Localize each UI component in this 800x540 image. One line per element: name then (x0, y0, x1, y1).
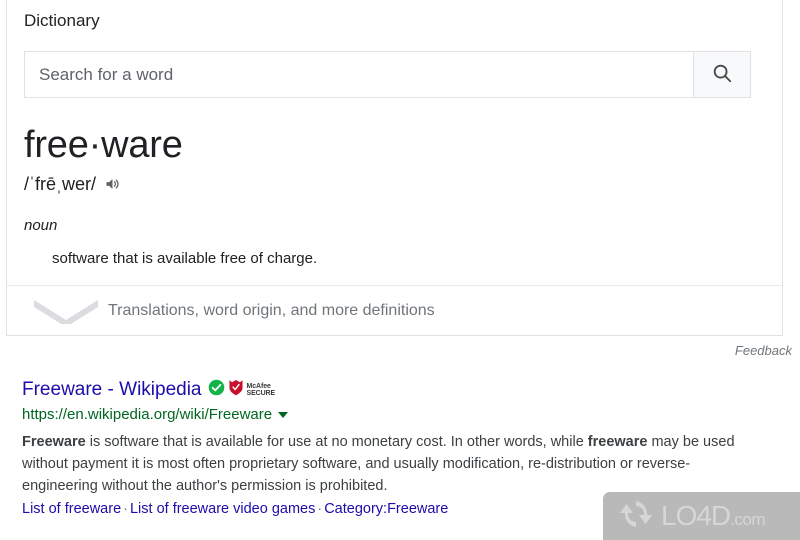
mcafee-brand: McAfee (246, 383, 271, 390)
result-title-link[interactable]: Freeware - Wikipedia (22, 378, 202, 402)
green-check-circle-icon (208, 379, 225, 401)
sitelink-video-games[interactable]: List of freeware video games (130, 501, 315, 517)
definition-text: software that is available free of charg… (52, 250, 318, 267)
headword: free·ware (24, 124, 183, 166)
sitelink-separator-2: · (317, 501, 323, 517)
search-input[interactable] (24, 51, 693, 98)
snippet-bold-1: Freeware (22, 434, 86, 450)
dictionary-knowledge-card: Dictionary free·ware /ˈfrēˌwer/ (6, 0, 783, 336)
mcafee-secure-label: McAfee SECURE (247, 383, 276, 397)
result-url[interactable]: https://en.wikipedia.org/wiki/Freeware (22, 405, 272, 425)
part-of-speech: noun (24, 217, 58, 234)
phonetic-transcription: /ˈfrēˌwer/ (24, 174, 96, 194)
snippet-bold-2: freeware (587, 434, 648, 450)
watermark-name: LO4D (661, 500, 731, 531)
dictionary-search-row (24, 51, 751, 98)
caret-down-icon[interactable] (278, 412, 289, 418)
result-snippet: Freeware is software that is available f… (22, 431, 747, 497)
speaker-icon (103, 175, 122, 193)
refresh-circle-icon (616, 496, 656, 537)
snippet-text-1: is software that is available for use at… (85, 434, 588, 450)
result-url-row: https://en.wikipedia.org/wiki/Freeware (22, 405, 762, 425)
mcafee-secure: SECURE (246, 390, 276, 397)
lo4d-watermark: LO4D.com (603, 492, 800, 540)
watermark-tld: .com (730, 510, 765, 529)
dictionary-heading: Dictionary (24, 11, 100, 30)
red-shield-icon (228, 379, 244, 401)
watermark-text: LO4D.com (661, 502, 765, 530)
pronunciation-row: /ˈfrēˌwer/ (24, 172, 765, 196)
sitelink-list-of-freeware[interactable]: List of freeware (22, 501, 121, 517)
pronounce-button[interactable] (103, 175, 122, 193)
search-button[interactable] (693, 51, 751, 98)
sitelink-category-freeware[interactable]: Category:Freeware (324, 501, 448, 517)
trust-badges: McAfee SECURE (208, 379, 276, 401)
search-icon (711, 62, 733, 87)
chevron-down-icon (24, 298, 108, 324)
expand-more-definitions-row[interactable]: Translations, word origin, and more defi… (7, 285, 782, 335)
dictionary-card-body: Dictionary free·ware /ˈfrēˌwer/ (7, 0, 782, 285)
feedback-link[interactable]: Feedback (735, 343, 792, 358)
expander-label: Translations, word origin, and more defi… (108, 301, 435, 319)
result-title-row: Freeware - Wikipedia McAfee SECURE (22, 378, 762, 402)
sitelink-separator-1: · (123, 501, 128, 517)
